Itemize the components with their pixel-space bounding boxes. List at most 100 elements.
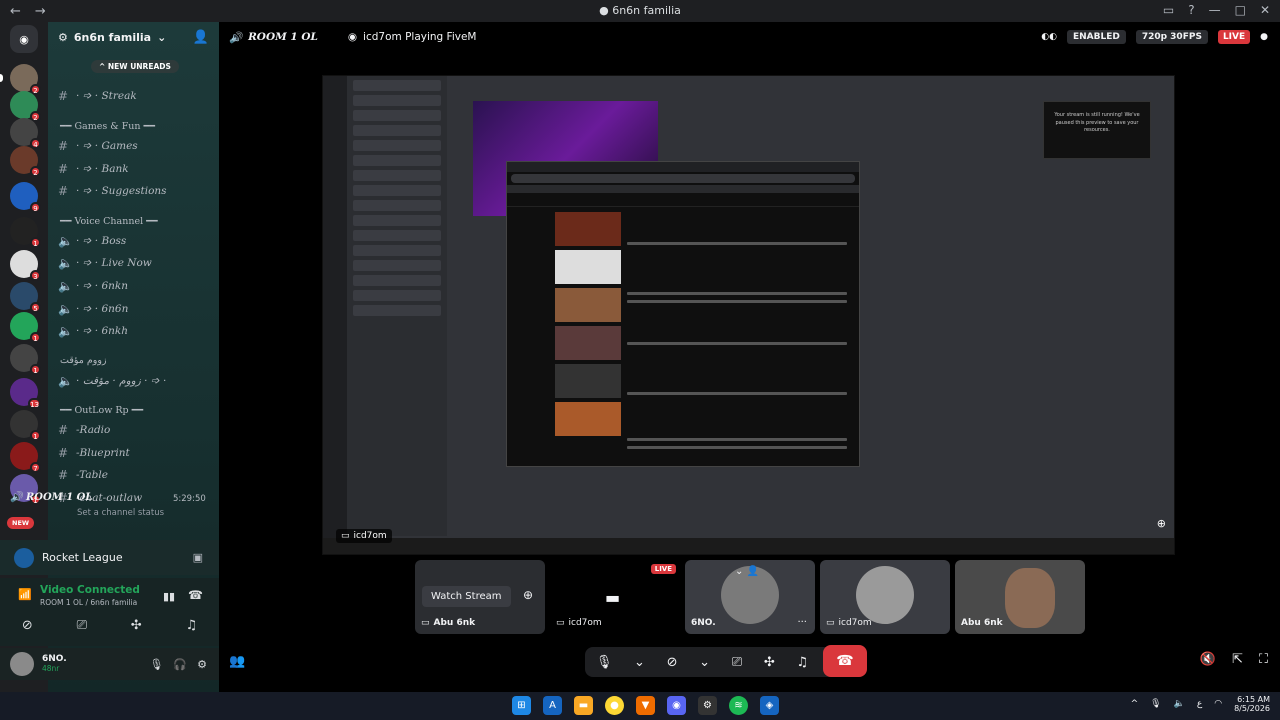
chat-icon[interactable]: ● [1260,32,1268,42]
stream-view[interactable]: Your stream is still running! We've paus… [322,75,1175,555]
participant-tile[interactable]: ⌄ 👤 6NO. ··· [685,560,815,634]
microphone-icon[interactable]: 🎙 [596,655,613,670]
server-item[interactable]: 3 [10,250,41,281]
server-header[interactable]: ⚙ 6n6n familia ⌄ 👤 [48,22,219,52]
signal-icon[interactable]: 📶 [18,588,32,601]
screen-share-icon[interactable]: ⎚ [732,655,742,670]
home-icon[interactable]: ◉ [10,25,38,53]
settings-icon[interactable]: ⚙ [197,658,207,671]
voice-channel-6nkn[interactable]: 🔈 · ➩ · 6nkn [58,279,128,293]
leave-call-button[interactable]: ☎ [823,645,867,677]
voice-connected-subtitle[interactable]: ROOM 1 OL / 6n6n familia [40,598,137,607]
participant-tile[interactable]: Abu 6nk [955,560,1085,634]
voice-connection-panel: 📶 Video Connected ROOM 1 OL / 6n6n famil… [0,578,219,646]
volume-icon[interactable]: 🔈 [1174,699,1185,709]
voice-channel-zoom[interactable]: 🔈 · زووم · مؤقت · ➩ · [58,374,166,388]
channel-suggestions[interactable]: # · ➩ · Suggestions [58,184,167,198]
server-item[interactable]: 1 [10,217,41,248]
server-item[interactable]: 2 [10,64,41,95]
server-item[interactable]: 13 [10,378,41,409]
more-options-icon[interactable]: ··· [797,617,807,628]
microphone-icon[interactable]: 🎙 [149,658,163,671]
folder-icon[interactable]: ▬ [574,696,593,715]
screen-share-icon[interactable]: ▣ [193,551,203,564]
clock[interactable]: 6:15 AM 8/5/2026 [1234,695,1270,713]
user-name[interactable]: 6NO. 48nr [42,654,67,673]
category-voice[interactable]: ━━ Voice Channel ━━ [60,216,158,227]
close-icon[interactable]: ✕ [1260,3,1270,17]
server-item[interactable]: 9 [10,182,41,213]
soundboard-icon[interactable]: ♫ [185,618,197,633]
chevron-up-icon[interactable]: ^ [1131,699,1139,709]
screen-share-icon[interactable]: ⎚ [77,618,87,633]
new-unreads-pill[interactable]: ^ NEW UNREADS [91,60,179,73]
tile-label: ▭ Abu 6nk [421,618,476,628]
server-item[interactable]: 2 [10,146,41,177]
spotify-icon[interactable]: ≋ [729,696,748,715]
watch-stream-button[interactable]: Watch Stream [422,586,511,607]
add-member-icon[interactable]: 👤 [193,30,209,45]
enabled-badge[interactable]: ENABLED [1066,30,1126,44]
speaker-icon: 🔈 [58,256,73,270]
server-item[interactable]: 7 [10,442,41,473]
channel-status-input[interactable]: Set a channel status [77,508,164,518]
viewers-avatars[interactable]: ◐◐ [1041,32,1057,42]
discord-icon[interactable]: ◉ [667,696,686,715]
help-icon[interactable]: ? [1188,3,1194,17]
headphones-icon[interactable]: 🎧 [173,658,187,671]
participant-tile[interactable]: LIVE ▬ ▭ icd7om [550,560,680,634]
maximize-icon[interactable]: □ [1235,3,1246,17]
fullscreen-icon[interactable]: ⛶ [1259,652,1268,667]
server-item[interactable]: 2 [10,91,41,122]
channel-blueprint[interactable]: # -Blueprint [58,446,130,460]
app-icon[interactable]: ● [605,696,624,715]
steam-icon[interactable]: ◈ [760,696,779,715]
voice-channel-live-now[interactable]: 🔈 · ➩ · Live Now [58,256,152,270]
minimize-icon[interactable]: — [1209,3,1221,17]
microphone-icon[interactable]: 🎙 [1150,699,1161,709]
channel-games[interactable]: # · ➩ · Games [58,139,138,153]
participant-tile[interactable]: ▭ icd7om [820,560,950,634]
app-icon[interactable]: ⚙ [698,696,717,715]
start-icon[interactable]: ⊞ [512,696,531,715]
channel-streak[interactable]: # · ➩ · Streak [58,89,137,103]
soundboard-icon[interactable]: ♫ [796,655,808,670]
inbox-icon[interactable]: ▭ [1163,3,1174,17]
server-item[interactable]: 4 [10,118,41,149]
server-item[interactable]: 1 [10,410,41,441]
channel-bank[interactable]: # · ➩ · Bank [58,162,129,176]
category-games[interactable]: ━━ Games & Fun ━━ [60,121,155,132]
wifi-icon[interactable]: ◠ [1214,699,1222,709]
voice-channel-6n6n[interactable]: 🔈 · ➩ · 6n6n [58,302,128,316]
channel-table[interactable]: # -Table [58,468,108,482]
chevron-down-icon[interactable]: ⌄ [699,655,710,670]
server-item[interactable]: 1 [10,312,41,343]
server-item[interactable]: 5 [10,282,41,313]
brave-icon[interactable]: ▼ [636,696,655,715]
chevron-down-icon[interactable]: ⌄ [634,655,645,670]
avatar[interactable] [10,652,34,676]
zoom-icon[interactable]: ⊕ [1157,517,1166,530]
language-indicator[interactable]: ع [1197,699,1202,709]
participant-tile[interactable]: Watch Stream ⊕ ▭ Abu 6nk [415,560,545,634]
disconnect-icon[interactable]: ☎ [188,588,203,602]
server-item[interactable]: 1 [10,344,41,375]
stream-controls-icon[interactable]: ⌄ 👤 [735,566,759,577]
app-icon[interactable]: A [543,696,562,715]
category-outlow[interactable]: ━━ OutLow Rp ━━ [60,405,143,416]
activities-icon[interactable]: ✣ [131,618,142,633]
tile-label: ▭ icd7om [826,618,872,628]
category-zoom[interactable]: زووم مؤقت [60,355,107,366]
activities-icon[interactable]: ✣ [764,655,775,670]
camera-off-icon[interactable]: ⊘ [22,618,33,633]
voice-channel-6nkh[interactable]: 🔈 · ➩ · 6nkh [58,324,128,338]
noise-suppression-icon[interactable]: ▮▮ [163,590,175,603]
popout-icon[interactable]: ⊕ [523,588,533,602]
voice-channel-boss[interactable]: 🔈 · ➩ · Boss [58,234,126,248]
channel-radio[interactable]: # -Radio [58,423,110,437]
popout-icon[interactable]: ⇱ [1232,652,1243,667]
volume-mute-icon[interactable]: 🔇 [1200,652,1216,667]
camera-off-icon[interactable]: ⊘ [667,655,678,670]
active-voice-channel[interactable]: 🔊 ROOM 1 OL [10,492,92,503]
add-user-icon[interactable]: 👥 [229,654,245,669]
